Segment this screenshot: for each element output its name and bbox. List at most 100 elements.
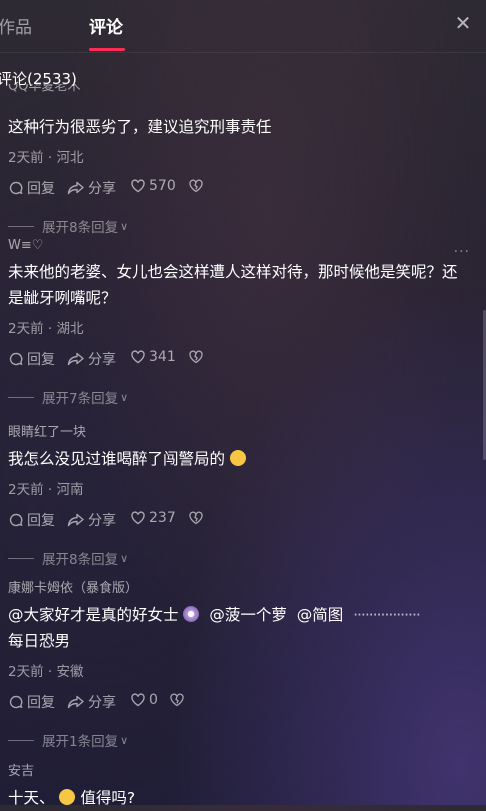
grimace-emoji-icon — [229, 450, 246, 466]
comment-author[interactable]: W≡♡ — [8, 238, 468, 253]
comment-actions: 回复 分享 341 — [8, 349, 468, 371]
broken-heart-icon — [189, 179, 203, 193]
reply-button[interactable]: 回复 — [8, 349, 55, 369]
like-button[interactable]: 341 — [130, 349, 176, 365]
flower-emoji-icon — [183, 606, 200, 622]
broken-heart-icon — [189, 350, 203, 364]
like-button[interactable]: 0 — [130, 692, 158, 708]
reply-button[interactable]: 回复 — [8, 510, 55, 530]
like-count: 570 — [149, 178, 176, 194]
comment-actions: 回复 分享 570 — [8, 178, 468, 200]
ellipsis-text: ················· — [353, 606, 421, 624]
comment-meta: 2天前 · 河南 — [8, 482, 84, 498]
heart-icon — [131, 350, 145, 364]
share-label: 分享 — [88, 513, 116, 529]
expand-replies[interactable]: 展开7条回复 ∨ — [8, 387, 468, 407]
expand-label: 展开1条回复 — [42, 734, 119, 750]
dislike-button[interactable] — [188, 349, 204, 365]
mention-link[interactable]: @菠一个萝 — [209, 606, 287, 624]
more-options-icon[interactable]: ··· — [454, 244, 470, 260]
share-label: 分享 — [88, 352, 116, 368]
comment-text-body: 我怎么没见过谁喝醉了闯警局的 — [8, 450, 226, 468]
reply-icon — [9, 181, 23, 195]
dislike-button[interactable] — [188, 510, 204, 526]
like-count: 237 — [149, 510, 176, 526]
like-button[interactable]: 237 — [130, 510, 176, 526]
share-label: 分享 — [88, 181, 116, 197]
reply-label: 回复 — [27, 513, 55, 529]
heart-icon — [131, 511, 145, 525]
chevron-down-icon: ∨ — [120, 551, 129, 565]
dislike-button[interactable] — [188, 178, 204, 194]
expand-replies[interactable]: 展开8条回复 ∨ — [8, 216, 468, 236]
reply-button[interactable]: 回复 — [8, 692, 55, 712]
comment-item: 眼睛红了一块 我怎么没见过谁喝醉了闯警局的 2天前 · 河南 回复 分享 237… — [8, 421, 468, 568]
comment-text-body: 值得吗? — [80, 789, 136, 807]
share-button[interactable]: 分享 — [67, 510, 116, 530]
broken-heart-icon — [170, 693, 184, 707]
comment-actions: 回复 分享 0 — [8, 692, 468, 714]
expand-label: 展开7条回复 — [42, 391, 119, 407]
share-button[interactable]: 分享 — [67, 692, 116, 712]
comment-meta: 2天前 · 河北 — [8, 150, 84, 166]
comment-text: 我怎么没见过谁喝醉了闯警局的 — [8, 446, 468, 472]
comment-author[interactable]: 康娜卡姆依（暴食版） — [8, 577, 468, 596]
chevron-down-icon: ∨ — [120, 733, 129, 747]
chevron-down-icon: ∨ — [120, 219, 129, 233]
comment-meta: 2天前 · 湖北 — [8, 321, 84, 337]
mention-link[interactable]: @大家好才是真的好女士 — [8, 606, 179, 624]
comment-text: 十天、 值得吗? — [8, 785, 468, 811]
tab-works[interactable]: 作品 — [0, 13, 32, 38]
rofl-emoji-icon — [59, 789, 76, 805]
share-icon — [67, 181, 84, 195]
heart-icon — [131, 693, 145, 707]
expand-label: 展开8条回复 — [42, 552, 119, 568]
comment-author[interactable]: 安吉 — [8, 760, 468, 779]
comment-text-body: 每日恐男 — [8, 632, 71, 650]
dislike-button[interactable] — [169, 692, 185, 708]
comment-text: @大家好才是真的好女士 @菠一个萝 @简图 ················· … — [8, 602, 468, 654]
mention-link[interactable]: @简图 — [297, 606, 344, 624]
tab-comments[interactable]: 评论 — [89, 13, 123, 38]
reply-icon — [9, 513, 23, 527]
comment-item: 康娜卡姆依（暴食版） @大家好才是真的好女士 @菠一个萝 @简图 ·······… — [8, 577, 468, 750]
comment-text-body: 十天、 — [8, 789, 55, 807]
share-icon — [67, 352, 84, 366]
comment-item: 安吉 十天、 值得吗? — [8, 760, 468, 811]
comment-text: 未来他的老婆、女儿也会这样遭人这样对待，那时候他是笑呢？还是龇牙咧嘴呢？ — [8, 263, 458, 307]
expand-replies[interactable]: 展开1条回复 ∨ — [8, 730, 468, 750]
share-button[interactable]: 分享 — [67, 178, 116, 198]
comment-text: 这种行为很恶劣了，建议追究刑事责任 — [8, 118, 272, 136]
share-button[interactable]: 分享 — [67, 349, 116, 369]
share-label: 分享 — [88, 695, 116, 711]
comment-meta: 2天前 · 安徽 — [8, 664, 84, 680]
expand-label: 展开8条回复 — [42, 220, 119, 236]
like-count: 341 — [149, 349, 176, 365]
share-icon — [67, 513, 84, 527]
reply-label: 回复 — [27, 695, 55, 711]
divider — [8, 557, 34, 559]
comment-item: W≡♡ ··· 未来他的老婆、女儿也会这样遭人这样对待，那时候他是笑呢？还是龇牙… — [8, 238, 470, 407]
reply-label: 回复 — [27, 181, 55, 197]
broken-heart-icon — [189, 511, 203, 525]
header: 作品 评论 ✕ — [0, 0, 486, 53]
like-count: 0 — [149, 692, 158, 708]
reply-icon — [9, 352, 23, 366]
clipped-author: QQ华夏老木 — [8, 84, 81, 94]
divider — [8, 225, 34, 227]
reply-label: 回复 — [27, 352, 55, 368]
comment-author[interactable]: 眼睛红了一块 — [8, 421, 468, 440]
divider — [8, 739, 34, 741]
reply-button[interactable]: 回复 — [8, 178, 55, 198]
comment-item: 这种行为很恶劣了，建议追究刑事责任 2天前 · 河北 回复 分享 570 展开8… — [8, 108, 468, 236]
like-button[interactable]: 570 — [130, 178, 176, 194]
share-icon — [67, 695, 84, 709]
chevron-down-icon: ∨ — [120, 390, 129, 404]
active-tab-indicator — [89, 48, 125, 51]
comment-actions: 回复 分享 237 — [8, 510, 468, 532]
divider — [8, 396, 34, 398]
heart-icon — [131, 179, 145, 193]
reply-icon — [9, 695, 23, 709]
expand-replies[interactable]: 展开8条回复 ∨ — [8, 548, 468, 568]
close-icon[interactable]: ✕ — [452, 12, 474, 34]
